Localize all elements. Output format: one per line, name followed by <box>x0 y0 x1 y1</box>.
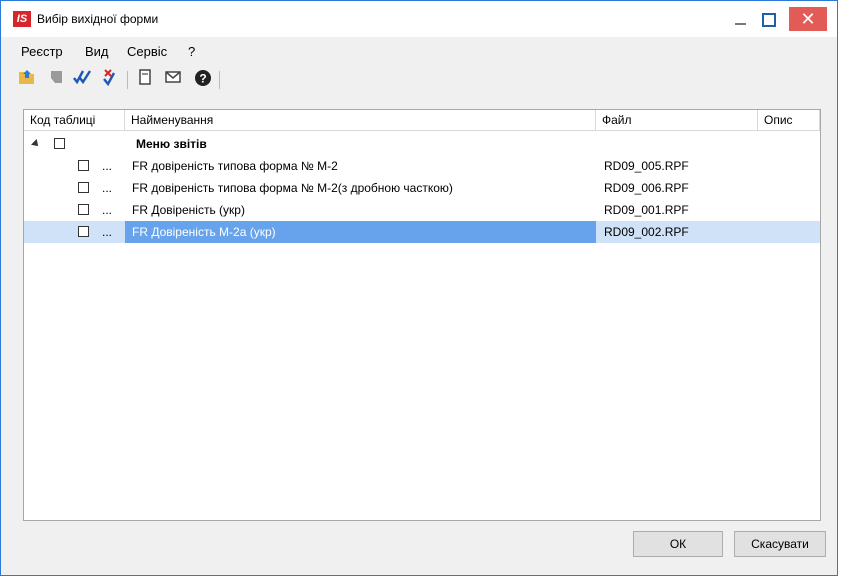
row-checkbox[interactable] <box>78 182 89 193</box>
row-file: RD09_005.RPF <box>604 159 689 173</box>
table-row[interactable]: ... FR довіреність типова форма № М-2 RD… <box>24 155 820 177</box>
table-header: Код таблиці Найменування Файл Опис <box>24 110 820 131</box>
row-expander[interactable]: ... <box>102 155 112 177</box>
row-name: FR довіреність типова форма № М-2 <box>132 159 338 173</box>
row-name: FR Довіреність М-2а (укр) <box>125 221 596 243</box>
envelope-icon[interactable] <box>163 69 183 89</box>
row-expander[interactable]: ... <box>102 199 112 221</box>
uncheck-all-icon[interactable] <box>101 69 121 89</box>
table-row-selected[interactable]: ... FR Довіреність М-2а (укр) RD09_002.R… <box>24 221 820 243</box>
document-icon[interactable] <box>135 69 155 89</box>
menu-service[interactable]: Сервіс <box>127 44 167 59</box>
row-file: RD09_006.RPF <box>604 181 689 195</box>
inactive-flag-icon[interactable] <box>47 69 67 89</box>
toolbar-separator <box>127 71 128 89</box>
column-file[interactable]: Файл <box>596 110 758 130</box>
forms-table: Код таблиці Найменування Файл Опис Меню … <box>23 109 821 521</box>
maximize-button[interactable] <box>753 7 785 31</box>
column-description[interactable]: Опис <box>758 110 820 130</box>
row-file: RD09_001.RPF <box>604 203 689 217</box>
row-expander[interactable]: ... <box>102 177 112 199</box>
table-row[interactable]: ... FR Довіреність (укр) RD09_001.RPF <box>24 199 820 221</box>
folder-up-icon[interactable] <box>17 69 37 89</box>
ok-button[interactable]: ОК <box>633 531 723 557</box>
dialog-window: IS Вибір вихідної форми ✕ Реєстр Вид Сер… <box>0 0 838 576</box>
collapse-arrow-icon[interactable] <box>31 139 41 149</box>
row-checkbox[interactable] <box>78 204 89 215</box>
toolbar-separator <box>219 71 220 89</box>
check-all-icon[interactable] <box>73 69 93 89</box>
cancel-button[interactable]: Скасувати <box>734 531 826 557</box>
tree-group-row[interactable]: Меню звітів <box>24 133 820 155</box>
table-row[interactable]: ... FR довіреність типова форма № М-2(з … <box>24 177 820 199</box>
menu-view[interactable]: Вид <box>85 44 109 59</box>
row-file: RD09_002.RPF <box>604 225 689 239</box>
row-checkbox[interactable] <box>78 160 89 171</box>
svg-text:?: ? <box>199 72 206 86</box>
menu-registry[interactable]: Реєстр <box>21 44 63 59</box>
title-bar: IS Вибір вихідної форми ✕ <box>1 1 837 37</box>
column-name[interactable]: Найменування <box>125 110 596 130</box>
column-code[interactable]: Код таблиці <box>24 110 125 130</box>
help-icon[interactable]: ? <box>193 69 213 89</box>
row-checkbox[interactable] <box>78 226 89 237</box>
window-title: Вибір вихідної форми <box>37 12 159 26</box>
row-name: FR Довіреність (укр) <box>132 203 245 217</box>
group-checkbox[interactable] <box>54 138 65 149</box>
group-label: Меню звітів <box>136 137 207 151</box>
menu-bar: Реєстр Вид Сервіс ? <box>1 39 837 63</box>
row-name: FR довіреність типова форма № М-2(з дроб… <box>132 181 453 195</box>
close-button[interactable]: ✕ <box>789 7 827 31</box>
row-expander[interactable]: ... <box>102 221 112 243</box>
menu-help[interactable]: ? <box>188 44 195 59</box>
toolbar: ? <box>1 65 837 95</box>
app-logo-icon: IS <box>13 11 31 27</box>
